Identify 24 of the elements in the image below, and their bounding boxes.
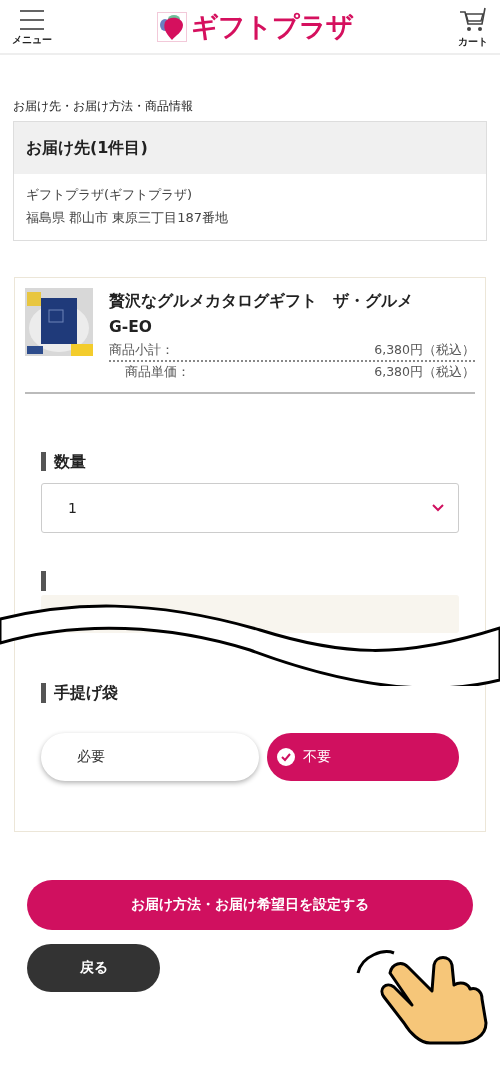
menu-label[interactable]: メニュー	[12, 34, 52, 45]
address-text: 福島県 郡山市 東原三丁目187番地	[26, 208, 230, 227]
section-label: 数量	[41, 452, 459, 472]
menu-icon[interactable]	[19, 8, 45, 31]
product-title[interactable]: 贅沢なグルメカタログギフト ザ・グルメ G-EO	[109, 287, 475, 341]
quantity-select[interactable]: 1	[41, 483, 459, 534]
price-label: 商品単価：	[125, 363, 190, 382]
logo-text[interactable]: ギフトプラザ	[191, 13, 353, 40]
recipient-name: ギフトプラザ(ギフトプラザ)	[26, 186, 194, 204]
card-header: お届け先(1件目)	[14, 122, 486, 174]
cart-label[interactable]: カート	[458, 36, 488, 47]
bag-option[interactable]: 不要	[267, 732, 459, 781]
back-button[interactable]: 戻る	[27, 943, 160, 992]
heart-logo-icon	[157, 11, 187, 42]
chevron-down-icon	[432, 504, 444, 513]
check-icon	[277, 747, 295, 766]
price-label: 商品小計：	[109, 341, 174, 360]
section-marker	[41, 571, 46, 592]
breadcrumb-text: お届け先・お届け方法・商品情報	[13, 98, 194, 115]
cart-icon[interactable]	[459, 6, 487, 33]
price-value: 6,380円（税込）	[374, 363, 475, 382]
price-value: 6,380円（税込）	[374, 341, 475, 360]
bag-option[interactable]: 必要	[41, 732, 259, 781]
submit-button[interactable]: お届け方法・お届け希望日を設定する	[27, 879, 473, 930]
